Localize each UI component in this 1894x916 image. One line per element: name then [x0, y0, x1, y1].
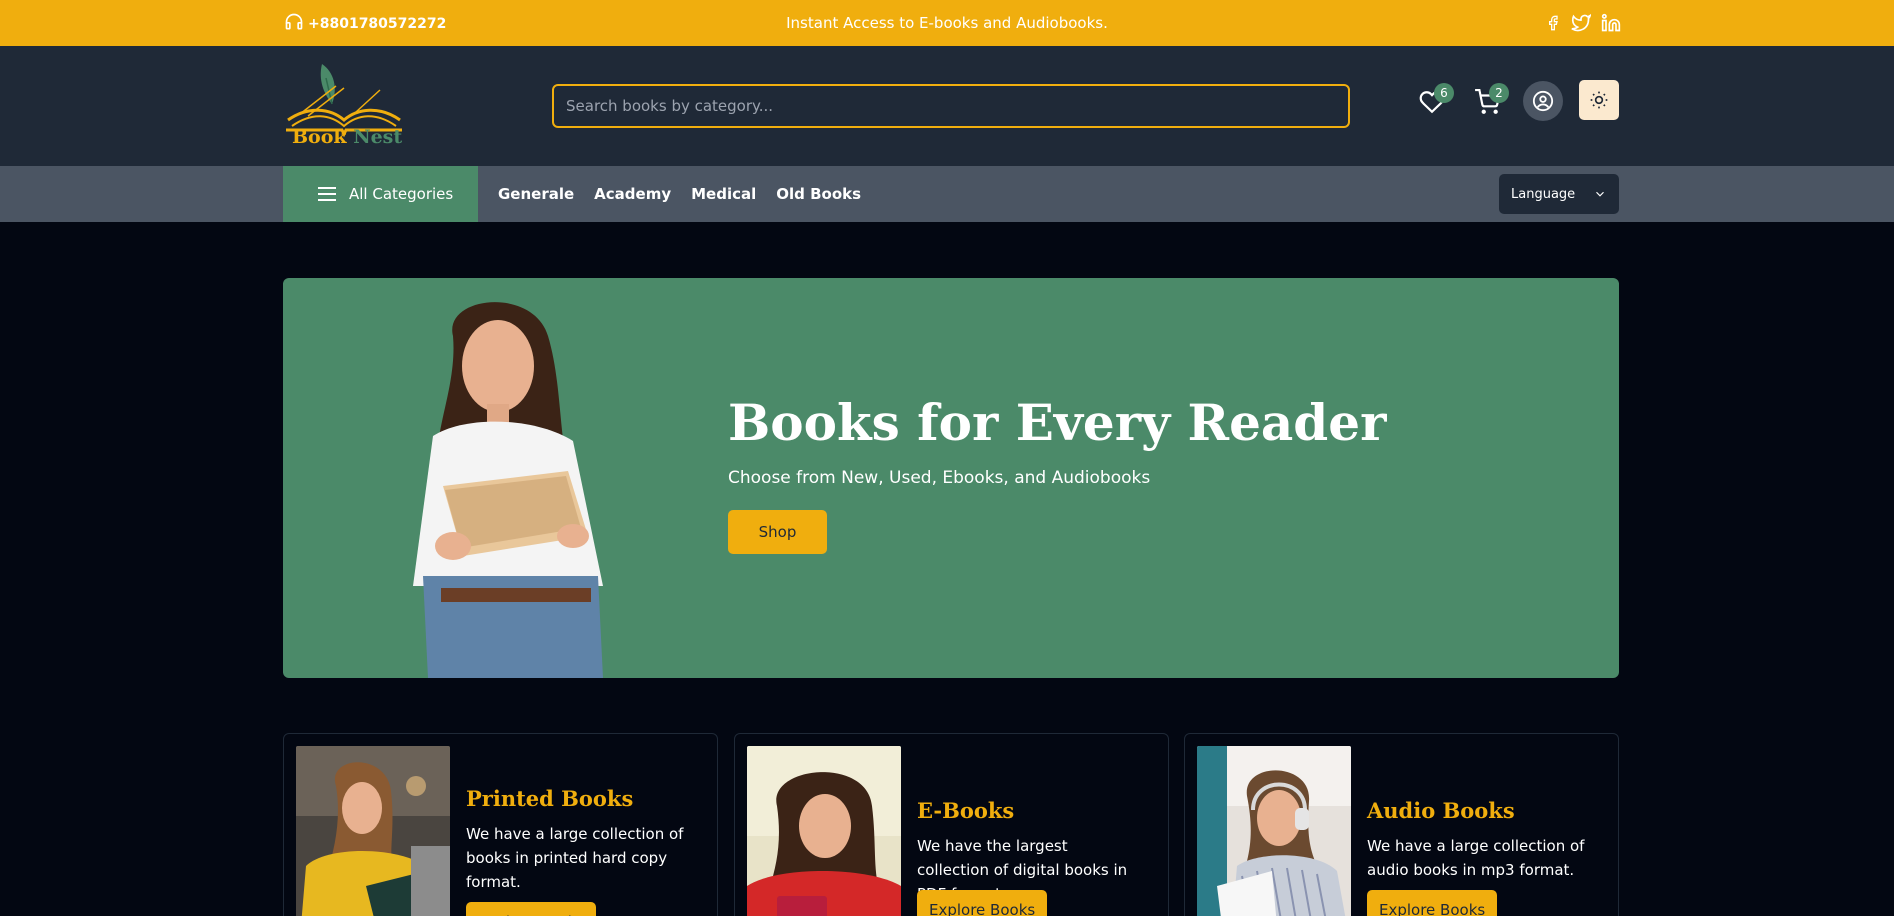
explore-books-button[interactable]: Explore Books [466, 902, 597, 916]
hero-subtitle: Choose from New, Used, Ebooks, and Audio… [728, 468, 1151, 488]
logo-wordmark[interactable]: Book Nest [292, 126, 402, 148]
theme-toggle-button[interactable] [1579, 80, 1619, 120]
logo-word-nest: Nest [353, 126, 403, 148]
explore-books-button[interactable]: Explore Books [917, 890, 1048, 916]
wishlist-count-badge: 6 [1434, 83, 1454, 103]
woman-reading-image [413, 302, 603, 678]
explore-books-button[interactable]: Explore Books [1367, 890, 1498, 916]
search-input[interactable] [552, 84, 1350, 128]
logo-word-book: Book [292, 126, 347, 148]
cart-count-badge: 2 [1489, 83, 1509, 103]
language-select[interactable]: Language [1499, 174, 1619, 214]
nav-link-generale[interactable]: Generale [498, 185, 574, 203]
card-e-books: E-Books We have the largest collection o… [734, 733, 1169, 916]
language-label: Language [1511, 186, 1576, 202]
nav-link-old-books[interactable]: Old Books [776, 185, 861, 203]
linkedin-icon[interactable] [1601, 13, 1621, 33]
hero-title: Books for Every Reader [728, 393, 1387, 452]
card-title: Printed Books [466, 786, 634, 811]
all-categories-button[interactable]: All Categories [283, 166, 478, 222]
nav-link-medical[interactable]: Medical [691, 185, 756, 203]
sun-icon [1590, 91, 1608, 109]
hero-banner: Books for Every Reader Choose from New, … [283, 278, 1619, 678]
nav-link-academy[interactable]: Academy [594, 185, 671, 203]
top-bar: +8801780572272 Instant Access to E-books… [0, 0, 1894, 46]
card-audio-books: Audio Books We have a large collection o… [1184, 733, 1619, 916]
user-circle-icon [1532, 90, 1554, 112]
facebook-icon[interactable] [1545, 13, 1561, 33]
social-links [1545, 13, 1621, 33]
all-categories-label: All Categories [349, 185, 454, 203]
audio-books-image [1197, 746, 1351, 916]
printed-books-image [296, 746, 450, 916]
card-description: We have a large collection of audio book… [1367, 837, 1585, 879]
category-nav: All Categories Generale Academy Medical … [0, 166, 1894, 222]
user-account-button[interactable] [1523, 81, 1563, 121]
twitter-icon[interactable] [1571, 13, 1591, 33]
main-header: Book Nest 6 2 [0, 46, 1894, 166]
menu-icon [318, 187, 336, 201]
e-books-image [747, 746, 901, 916]
card-title: Audio Books [1367, 798, 1515, 823]
card-printed-books: Printed Books We have a large collection… [283, 733, 718, 916]
card-description: We have a large collection of books in p… [466, 825, 684, 891]
shop-button[interactable]: Shop [728, 510, 827, 554]
card-title: E-Books [917, 798, 1015, 823]
chevron-down-icon [1596, 191, 1604, 197]
nav-links: Generale Academy Medical Old Books [498, 166, 861, 222]
